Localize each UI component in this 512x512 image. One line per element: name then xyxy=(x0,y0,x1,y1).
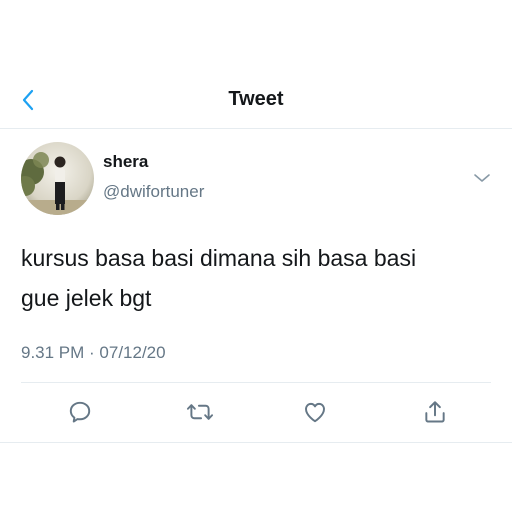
reply-button[interactable] xyxy=(66,398,94,426)
retweet-button[interactable] xyxy=(186,398,214,426)
page-title: Tweet xyxy=(228,88,284,110)
chevron-down-icon xyxy=(474,174,490,182)
share-button[interactable] xyxy=(421,398,449,426)
tweet-text-line-1: kursus basa basi dimana sih basa basi xyxy=(21,245,417,271)
author-handle[interactable]: @dwifortuner xyxy=(103,182,204,202)
header-divider xyxy=(0,128,512,129)
reply-icon xyxy=(69,401,91,423)
tweet-timestamp[interactable]: 9.31 PM · 07/12/20 xyxy=(21,343,166,363)
retweet-icon xyxy=(186,404,214,420)
heart-icon xyxy=(305,402,325,423)
tweet-text-line-2: gue jelek bgt xyxy=(21,285,152,311)
avatar-photo xyxy=(21,142,94,215)
share-icon xyxy=(425,401,445,423)
action-bar-divider xyxy=(0,442,512,443)
timestamp-divider xyxy=(21,382,491,383)
tweet-text: kursus basa basi dimana sih basa basi gu… xyxy=(21,238,496,318)
author-name[interactable]: shera xyxy=(103,152,148,172)
top-bar: Tweet xyxy=(0,76,512,122)
action-bar xyxy=(0,396,512,428)
like-button[interactable] xyxy=(301,398,329,426)
tweet-detail-screen: Tweet shera @dwifortuner kursus basa bas… xyxy=(0,0,512,512)
more-options-button[interactable] xyxy=(472,170,492,186)
avatar[interactable] xyxy=(21,142,94,215)
